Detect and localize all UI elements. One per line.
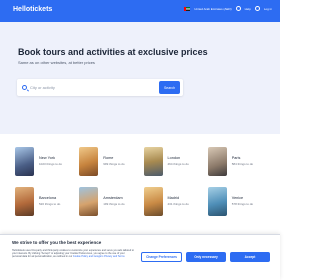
destination-count: 1023 things to do (39, 162, 63, 166)
hero-title: Book tours and activities at exclusive p… (18, 47, 208, 57)
destination-card-amsterdam[interactable]: Amsterdam 199 things to do (79, 187, 136, 216)
destination-card-new-york[interactable]: New York 1023 things to do (15, 147, 72, 176)
new-york-image (15, 147, 34, 176)
venice-image (207, 187, 227, 216)
region-selector[interactable]: United Arab Emirates (AED) (194, 7, 231, 11)
destination-name: Barcelona (39, 196, 57, 200)
accept-button[interactable]: Accept (230, 252, 270, 262)
destination-card-london[interactable]: London 464 things to do (143, 147, 201, 176)
destination-card-barcelona[interactable]: Barcelona 520 things to do (15, 187, 72, 216)
header-actions: United Arab Emirates (AED) Help Log in (184, 6, 272, 11)
logo[interactable]: Hellotickets (13, 6, 52, 13)
destination-count: 578 things to do (231, 202, 254, 206)
destination-name: London (167, 156, 181, 160)
destinations-grid: New York 1023 things to do Rome 999 things… (15, 147, 265, 216)
destination-count: 464 things to do (167, 162, 189, 166)
amsterdam-image (79, 187, 99, 216)
search-icon (22, 84, 27, 90)
search-box: Search (17, 79, 183, 96)
destination-name: Venice (231, 196, 244, 200)
cookie-banner: We strive to offer you the best experien… (0, 234, 280, 280)
paris-image (207, 147, 227, 176)
top-header: Hellotickets United Arab Emirates (AED) … (0, 0, 280, 22)
madrid-image (143, 187, 163, 216)
london-image (143, 147, 163, 176)
destination-count: 999 things to do (103, 162, 125, 166)
destination-count: 199 things to do (103, 202, 125, 206)
destination-count: 520 things to do (39, 202, 61, 206)
cookie-text: Hellotickets uses first-party and third-… (12, 249, 134, 259)
search-button[interactable]: Search (159, 81, 180, 94)
destination-name: Paris (231, 156, 241, 160)
help-link[interactable]: Help (245, 7, 251, 11)
cookie-title: We strive to offer you the best experien… (12, 240, 102, 245)
destination-card-venice[interactable]: Venice 578 things to do (207, 187, 265, 216)
change-preferences-button[interactable]: Change Preferences (141, 252, 182, 262)
only-necessary-button[interactable]: Only necessary (186, 252, 226, 262)
destination-name: Amsterdam (103, 196, 123, 200)
destination-card-madrid[interactable]: Madrid 431 things to do (143, 187, 201, 216)
help-icon (235, 6, 241, 11)
login-link[interactable]: Log in (264, 7, 272, 11)
cookie-policy-link[interactable]: Cookie Policy and Google's Privacy and T… (73, 255, 125, 258)
uae-flag-icon (184, 6, 191, 11)
user-icon (254, 6, 260, 11)
destination-card-rome[interactable]: Rome 999 things to do (79, 147, 136, 176)
destination-card-paris[interactable]: Paris 584 things to do (207, 147, 265, 176)
hero-section: Book tours and activities at exclusive p… (0, 22, 280, 134)
search-input[interactable] (30, 83, 130, 92)
destination-name: Madrid (167, 196, 180, 200)
destination-count: 431 things to do (167, 202, 189, 206)
barcelona-image (15, 187, 34, 216)
destination-name: New York (39, 156, 56, 160)
destination-name: Rome (103, 156, 114, 160)
hero-subtitle: Same as on other websites, at better pri… (18, 60, 95, 65)
rome-image (79, 147, 99, 176)
destination-count: 584 things to do (231, 162, 254, 166)
